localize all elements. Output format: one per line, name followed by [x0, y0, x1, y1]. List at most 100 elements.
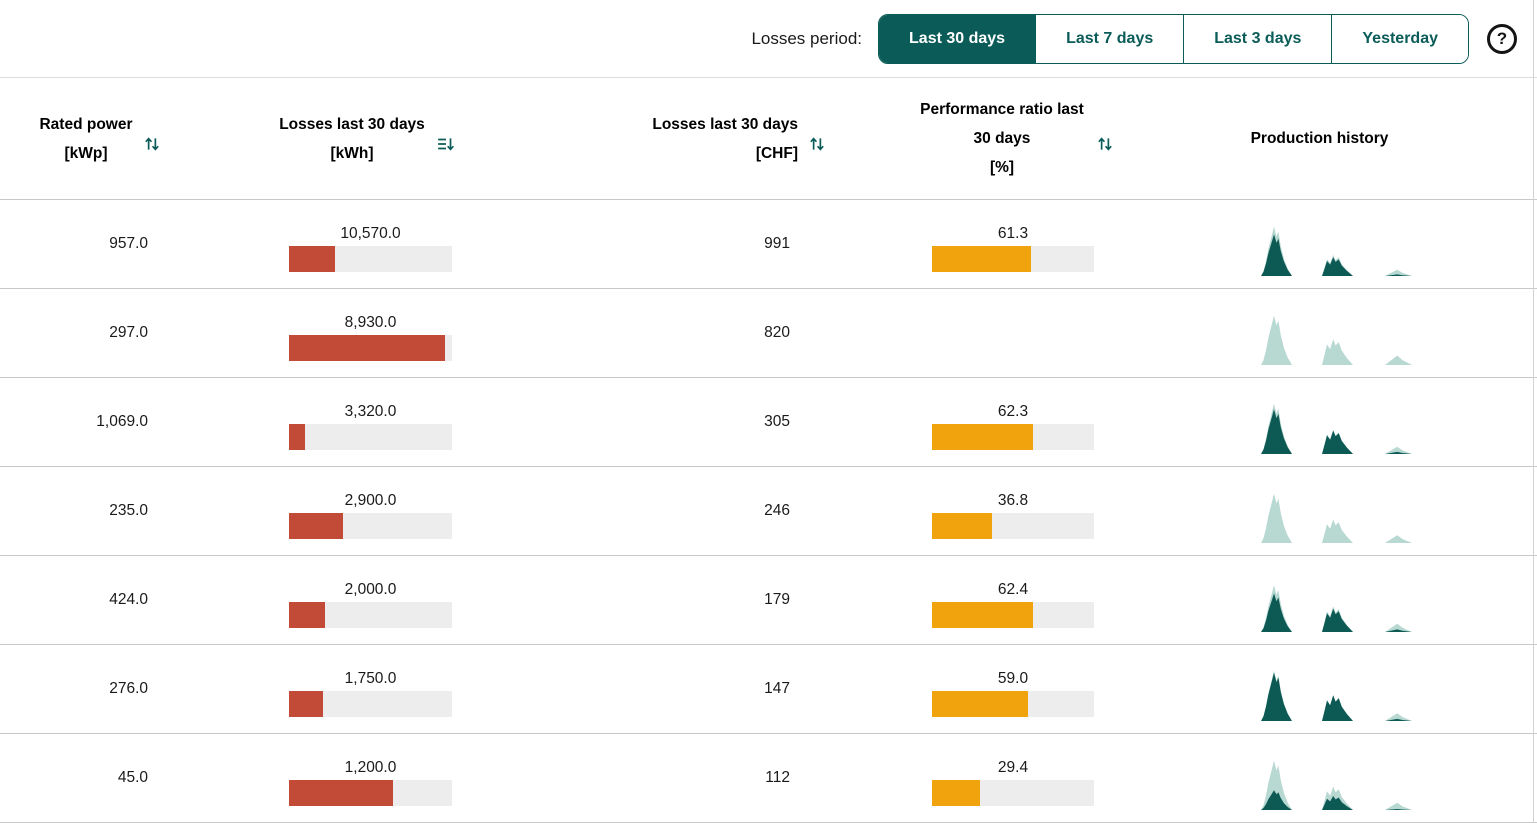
- column-header-rated-power[interactable]: Rated power [kWp]: [0, 78, 200, 199]
- table-row: 45.0 1,200.0 112 29.4: [0, 734, 1537, 823]
- losses-chf-cell: 991: [510, 235, 840, 253]
- performance-ratio-value: 62.3: [932, 403, 1094, 421]
- rated-power-value: 424.0: [109, 591, 148, 608]
- sort-icon[interactable]: [143, 135, 161, 153]
- performance-ratio-bar-fill: [932, 691, 1028, 717]
- rated-power-value: 957.0: [109, 235, 148, 252]
- performance-ratio-value: 36.8: [932, 492, 1094, 510]
- performance-ratio-cell: 62.3: [840, 399, 1150, 446]
- performance-ratio-value: 62.4: [932, 581, 1094, 599]
- table-row: 424.0 2,000.0 179 62.4: [0, 556, 1537, 645]
- performance-ratio-bar-fill: [932, 424, 1033, 450]
- losses-chf-cell: 246: [510, 502, 840, 520]
- header-line: Production history: [1251, 124, 1389, 153]
- losses-kwh-bar-fill: [289, 691, 323, 717]
- table-body: 957.0 10,570.0 991 61.3: [0, 200, 1537, 823]
- losses-kwh-bar-fill: [289, 780, 393, 806]
- header-line: [%]: [920, 153, 1084, 182]
- losses-kwh-bar-fill: [289, 424, 305, 450]
- sort-descending-icon[interactable]: [437, 135, 455, 153]
- header-line: [kWp]: [39, 139, 132, 168]
- losses-kwh-bar: [289, 246, 452, 272]
- losses-kwh-cell: 1,200.0: [200, 755, 510, 802]
- performance-ratio-cell: 62.4: [840, 577, 1150, 624]
- column-header-losses-kwh[interactable]: Losses last 30 days [kWh]: [200, 78, 510, 199]
- losses-period-button-yesterday[interactable]: Yesterday: [1331, 15, 1468, 63]
- losses-period-label: Losses period:: [751, 29, 862, 49]
- header-line: [kWh]: [279, 139, 425, 168]
- losses-kwh-cell: 2,900.0: [200, 488, 510, 535]
- production-history-sparkline: [1240, 576, 1415, 632]
- performance-ratio-bar: [932, 691, 1094, 717]
- performance-ratio-cell: 29.4: [840, 755, 1150, 802]
- losses-kwh-bar-fill: [289, 335, 445, 361]
- rated-power-cell: 297.0: [0, 324, 200, 342]
- losses-period-button-last-7-days[interactable]: Last 7 days: [1035, 15, 1183, 63]
- losses-period-button-last-30-days[interactable]: Last 30 days: [879, 15, 1035, 63]
- losses-kwh-cell: 2,000.0: [200, 577, 510, 624]
- column-header-production-history: Production history: [1150, 78, 1537, 199]
- losses-chf-value: 179: [764, 591, 790, 608]
- losses-kwh-cell: 3,320.0: [200, 399, 510, 446]
- losses-chf-cell: 820: [510, 324, 840, 342]
- losses-chf-cell: 112: [510, 769, 840, 787]
- losses-kwh-value: 10,570.0: [289, 225, 452, 243]
- scrollbar-track[interactable]: [1533, 0, 1534, 823]
- losses-chf-cell: 179: [510, 591, 840, 609]
- losses-kwh-bar: [289, 513, 452, 539]
- rated-power-value: 1,069.0: [96, 413, 148, 430]
- losses-kwh-bar: [289, 691, 452, 717]
- rated-power-cell: 957.0: [0, 235, 200, 253]
- performance-ratio-cell: 59.0: [840, 666, 1150, 713]
- losses-kwh-cell: 8,930.0: [200, 310, 510, 357]
- losses-kwh-bar: [289, 335, 452, 361]
- losses-kwh-bar: [289, 424, 452, 450]
- header-line: [CHF]: [652, 139, 798, 168]
- header-line: Performance ratio last: [920, 95, 1084, 124]
- production-history-sparkline: [1240, 487, 1415, 543]
- rated-power-value: 235.0: [109, 502, 148, 519]
- production-history-cell: [1150, 576, 1537, 644]
- losses-dashboard: Losses period: Last 30 daysLast 7 daysLa…: [0, 0, 1537, 823]
- losses-kwh-value: 1,200.0: [289, 759, 452, 777]
- performance-ratio-bar-fill: [932, 780, 980, 806]
- performance-ratio-cell: 36.8: [840, 488, 1150, 535]
- production-history-sparkline: [1240, 754, 1415, 810]
- performance-ratio-bar-fill: [932, 602, 1033, 628]
- performance-ratio-value: 59.0: [932, 670, 1094, 688]
- losses-chf-value: 305: [764, 413, 790, 430]
- rated-power-cell: 276.0: [0, 680, 200, 698]
- losses-kwh-value: 8,930.0: [289, 314, 452, 332]
- topbar: Losses period: Last 30 daysLast 7 daysLa…: [0, 0, 1537, 78]
- production-history-cell: [1150, 398, 1537, 466]
- rated-power-cell: 424.0: [0, 591, 200, 609]
- header-line: Losses last 30 days: [279, 110, 425, 139]
- performance-ratio-bar: [932, 424, 1094, 450]
- performance-ratio-bar: [932, 780, 1094, 806]
- production-history-cell: [1150, 487, 1537, 555]
- performance-ratio-bar: [932, 246, 1094, 272]
- losses-kwh-cell: 1,750.0: [200, 666, 510, 713]
- column-header-losses-chf[interactable]: Losses last 30 days [CHF]: [510, 78, 840, 199]
- performance-ratio-bar-fill: [932, 513, 992, 539]
- production-history-sparkline: [1240, 220, 1415, 276]
- losses-chf-cell: 305: [510, 413, 840, 431]
- performance-ratio-bar: [932, 602, 1094, 628]
- losses-period-button-group: Last 30 daysLast 7 daysLast 3 daysYester…: [878, 14, 1469, 64]
- header-line: Losses last 30 days: [652, 110, 798, 139]
- help-icon[interactable]: ?: [1487, 24, 1517, 54]
- header-line: 30 days: [920, 124, 1084, 153]
- losses-kwh-bar: [289, 602, 452, 628]
- sort-icon[interactable]: [1096, 135, 1114, 153]
- production-history-sparkline: [1240, 309, 1415, 365]
- losses-kwh-bar-fill: [289, 602, 325, 628]
- column-header-performance-ratio[interactable]: Performance ratio last 30 days [%]: [840, 78, 1150, 199]
- performance-ratio-value: 29.4: [932, 759, 1094, 777]
- performance-ratio-bar-fill: [932, 246, 1031, 272]
- losses-period-button-last-3-days[interactable]: Last 3 days: [1183, 15, 1331, 63]
- losses-kwh-value: 3,320.0: [289, 403, 452, 421]
- losses-kwh-bar: [289, 780, 452, 806]
- performance-ratio-bar: [932, 513, 1094, 539]
- losses-chf-value: 991: [764, 235, 790, 252]
- sort-icon[interactable]: [808, 135, 826, 153]
